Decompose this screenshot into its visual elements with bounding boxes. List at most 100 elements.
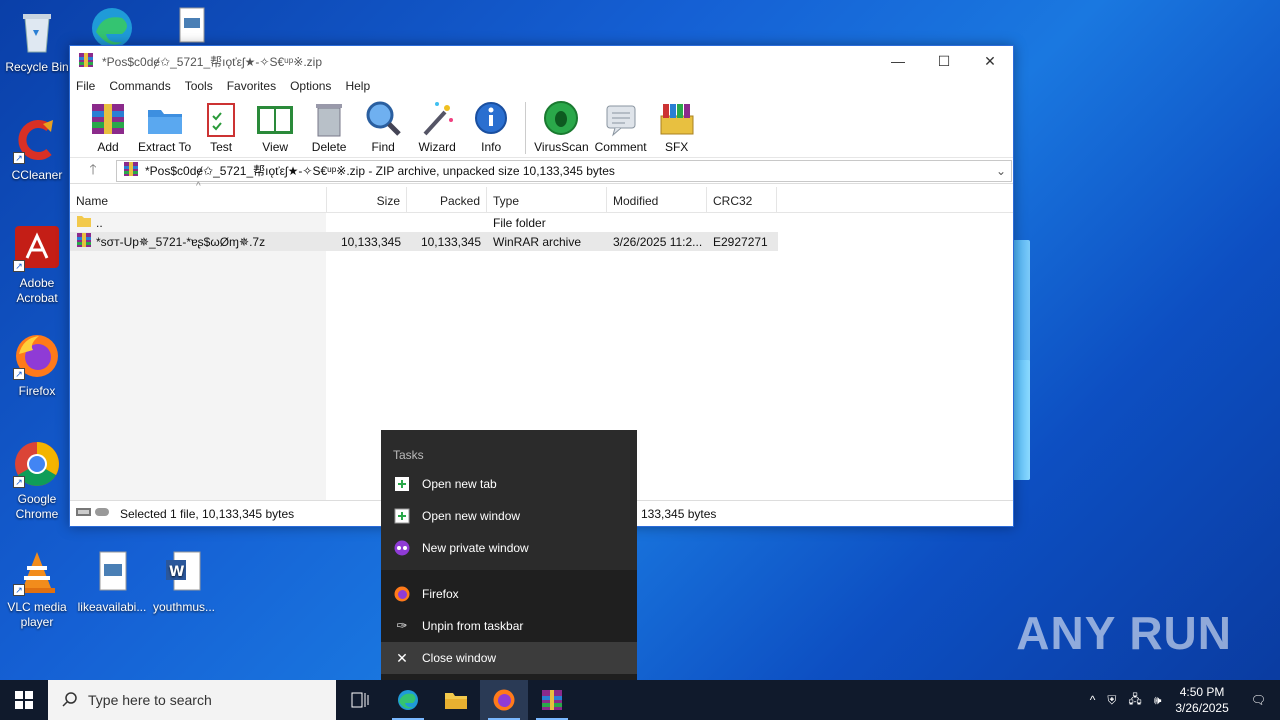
menu-file[interactable]: File — [76, 79, 95, 93]
test-button[interactable]: Test — [197, 98, 245, 154]
magnifier-icon — [363, 98, 403, 140]
virusscan-button[interactable]: VirusScan — [534, 98, 589, 154]
menu-help[interactable]: Help — [345, 79, 370, 93]
sort-caret-icon: ^ — [196, 181, 201, 192]
winrar-icon — [542, 690, 562, 710]
path-field[interactable]: *Pᴏѕ$c0dɇ✩_5721_帮ıǫťεʃ★-✧S€ᵘᵖ※.zip - ZIP… — [116, 159, 1012, 182]
column-header-modified[interactable]: Modified — [607, 187, 707, 213]
archive-file-icon — [76, 232, 92, 251]
add-archive-icon — [88, 98, 128, 140]
desktop-icon-label: VLC media player — [7, 600, 67, 629]
trash-icon — [309, 98, 349, 140]
desktop-icon-firefox[interactable]: ↗ Firefox — [1, 332, 73, 399]
sfx-button[interactable]: SFX — [653, 98, 701, 154]
taskbar-search-box[interactable]: Type here to search — [48, 680, 336, 720]
edge-icon — [398, 690, 418, 710]
shortcut-arrow-icon: ↗ — [13, 260, 25, 272]
desktop-icon-youthmus[interactable]: W youthmus... — [148, 548, 220, 615]
window-title: *Pᴏѕ$c0dɇ✩_5721_帮ıǫťεʃ★-✧S€ᵘᵖ※.zip — [102, 54, 323, 69]
volume-icon[interactable]: 🕪 — [1148, 693, 1168, 708]
table-row[interactable]: .. File folder — [70, 213, 1013, 232]
chevron-down-icon[interactable]: ⌄ — [991, 164, 1011, 178]
desktop-icon-likeavailabi[interactable]: likeavailabi... — [76, 548, 148, 615]
column-header-crc32[interactable]: CRC32 — [707, 187, 777, 213]
file-list-header: Name Size Packed Type Modified CRC32 ^ — [70, 181, 1013, 213]
svg-text:W: W — [169, 564, 184, 580]
status-selection: Selected 1 file, 10,133,345 bytes — [120, 506, 295, 521]
row-name: .. — [96, 215, 103, 230]
column-header-packed[interactable]: Packed — [407, 187, 487, 213]
column-header-size[interactable]: Size — [327, 187, 407, 213]
path-text: *Pᴏѕ$c0dɇ✩_5721_帮ıǫťεʃ★-✧S€ᵘᵖ※.zip - ZIP… — [145, 164, 615, 178]
close-icon: ✕ — [396, 649, 408, 666]
firefox-icon — [393, 585, 411, 603]
column-header-type[interactable]: Type — [487, 187, 607, 213]
table-row[interactable]: *ѕσт-Up✵_5721-*ɐʂ$ωØɱ✵.7z 10,133,345 10,… — [70, 232, 778, 251]
row-crc: E2927271 — [713, 234, 768, 249]
info-button[interactable]: Info — [467, 98, 515, 154]
up-arrow-icon[interactable]: 🡑 — [70, 159, 116, 183]
network-icon[interactable]: 🖧 — [1122, 690, 1147, 711]
maximize-button[interactable]: ☐ — [921, 46, 967, 76]
menu-options[interactable]: Options — [290, 79, 331, 93]
extract-to-button[interactable]: Extract To — [138, 98, 191, 154]
info-icon — [471, 98, 511, 140]
find-button[interactable]: Find — [359, 98, 407, 154]
extract-folder-icon — [145, 98, 185, 140]
desktop-icon-recycle-bin[interactable]: Recycle Bin — [1, 8, 73, 75]
clock[interactable]: 4:50 PM 3/26/2025 — [1167, 684, 1236, 716]
toolbar: Add Extract To Test View Delete Find Wiz… — [70, 96, 1013, 158]
start-button[interactable] — [0, 680, 48, 720]
taskbar-winrar[interactable] — [528, 680, 576, 720]
task-view-button[interactable] — [336, 680, 384, 720]
menu-tools[interactable]: Tools — [185, 79, 213, 93]
new-private-window-item[interactable]: New private window — [381, 532, 637, 564]
notification-icon[interactable]: 🗨 — [1237, 693, 1280, 707]
open-new-window-item[interactable]: Open new window — [381, 500, 637, 532]
acrobat-icon: ↗ — [13, 224, 61, 272]
system-tray: ^ ⛨ 🖧 🕪 4:50 PM 3/26/2025 🗨 — [1084, 680, 1280, 720]
security-icon[interactable]: ⛨ — [1101, 693, 1122, 708]
add-button[interactable]: Add — [84, 98, 132, 154]
taskbar: Type here to search ^ ⛨ 🖧 🕪 4:50 PM 3/26… — [0, 680, 1280, 720]
chevron-up-icon[interactable]: ^ — [1084, 693, 1102, 707]
unpin-from-taskbar-item[interactable]: ✑ Unpin from taskbar — [381, 610, 637, 642]
row-modified: 3/26/2025 11:2... — [613, 234, 703, 249]
search-placeholder: Type here to search — [88, 692, 212, 708]
taskbar-file-explorer[interactable] — [432, 680, 480, 720]
row-type: File folder — [493, 215, 546, 230]
new-window-icon — [393, 507, 411, 525]
firefox-app-item[interactable]: Firefox — [381, 578, 637, 610]
taskbar-edge[interactable] — [384, 680, 432, 720]
anyrun-watermark: ANY RUN — [1016, 607, 1232, 659]
delete-button[interactable]: Delete — [305, 98, 353, 154]
close-button[interactable]: ✕ — [967, 46, 1013, 76]
wizard-button[interactable]: Wizard — [413, 98, 461, 154]
title-bar[interactable]: *Pᴏѕ$c0dɇ✩_5721_帮ıǫťεʃ★-✧S€ᵘᵖ※.zip — ☐ ✕ — [70, 46, 1013, 76]
desktop-icon-label: youthmus... — [152, 600, 216, 614]
menu-favorites[interactable]: Favorites — [227, 79, 276, 93]
image-file-icon — [88, 548, 136, 596]
comment-icon — [601, 98, 641, 140]
vlc-icon: ↗ — [13, 548, 61, 596]
desktop-icon-label: Recycle Bin — [5, 60, 69, 74]
taskbar-firefox[interactable] — [480, 680, 528, 720]
row-size: 10,133,345 — [340, 234, 401, 249]
menu-commands[interactable]: Commands — [109, 79, 170, 93]
view-button[interactable]: View — [251, 98, 299, 154]
desktop-icon-adobe-acrobat[interactable]: ↗ Adobe Acrobat — [1, 224, 73, 306]
desktop-icon-label: CCleaner — [11, 168, 63, 182]
desktop-icon-google-chrome[interactable]: ↗ Google Chrome — [1, 440, 73, 522]
address-bar: 🡑 *Pᴏѕ$c0dɇ✩_5721_帮ıǫťεʃ★-✧S€ᵘᵖ※.zip - Z… — [70, 158, 1013, 184]
desktop-icon-ccleaner[interactable]: ↗ CCleaner — [1, 116, 73, 183]
open-new-tab-item[interactable]: Open new tab — [381, 468, 637, 500]
shortcut-arrow-icon: ↗ — [13, 476, 25, 488]
desktop-icon-vlc[interactable]: ↗ VLC media player — [1, 548, 73, 630]
minimize-button[interactable]: — — [875, 46, 921, 76]
comment-button[interactable]: Comment — [595, 98, 647, 154]
task-view-icon — [351, 692, 369, 708]
new-tab-icon — [393, 475, 411, 493]
winrar-app-icon — [78, 52, 94, 71]
close-window-item[interactable]: ✕ Close window — [381, 642, 637, 674]
folder-icon — [76, 214, 92, 231]
